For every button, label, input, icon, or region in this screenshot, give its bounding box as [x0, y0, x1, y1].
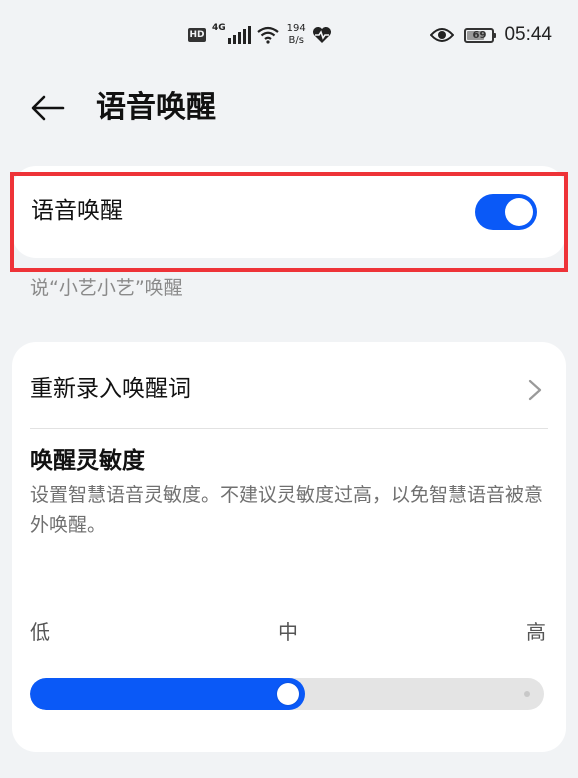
- battery-icon: 69: [464, 27, 497, 43]
- level-high-label: 高: [526, 620, 546, 644]
- status-bar: HD 4G 194 B/s 69 05:44: [0, 0, 578, 70]
- voice-wake-label: 语音唤醒: [31, 198, 123, 224]
- back-button[interactable]: [28, 90, 68, 126]
- voice-wake-hint: 说“小艺小艺”唤醒: [30, 277, 183, 299]
- voice-wake-toggle[interactable]: [475, 194, 537, 230]
- status-indicators: HD 4G 194 B/s: [188, 18, 332, 52]
- page-title: 语音唤醒: [96, 90, 216, 125]
- rerecord-wake-word-label: 重新录入唤醒词: [30, 376, 191, 402]
- level-mid-label: 中: [278, 620, 298, 644]
- speed-unit: B/s: [288, 35, 304, 46]
- chevron-right-icon: [528, 379, 542, 401]
- network-speed: 194 B/s: [287, 23, 306, 47]
- sensitivity-title: 唤醒灵敏度: [30, 448, 145, 474]
- wifi-icon: [256, 26, 279, 44]
- hd-badge: HD: [188, 28, 206, 42]
- eye-comfort-icon: [430, 28, 455, 42]
- back-arrow-icon: [31, 95, 65, 121]
- sensitivity-slider[interactable]: [30, 678, 544, 710]
- sensitivity-description: 设置智慧语音灵敏度。不建议灵敏度过高，以免智慧语音被意外唤醒。: [30, 484, 544, 536]
- status-right: 69 05:44: [430, 18, 552, 52]
- slider-fill: [30, 678, 305, 710]
- voice-wake-card: 语音唤醒: [12, 166, 566, 258]
- toggle-knob: [505, 198, 533, 226]
- divider: [30, 428, 548, 429]
- network-type: 4G: [212, 23, 226, 33]
- heart-rate-icon: [312, 27, 331, 43]
- speed-value: 194: [286, 23, 306, 34]
- wake-settings-card: 重新录入唤醒词 唤醒灵敏度 设置智慧语音灵敏度。不建议灵敏度过高，以免智慧语音被…: [12, 342, 566, 752]
- slider-thumb[interactable]: [277, 683, 299, 705]
- sensitivity-level-labels: 低 中 高: [30, 616, 546, 646]
- slider-end-dot: [524, 691, 530, 697]
- level-low-label: 低: [30, 620, 50, 644]
- page-header: 语音唤醒: [0, 70, 578, 146]
- clock: 05:44: [504, 24, 552, 45]
- signal-icon: [227, 26, 251, 44]
- rerecord-wake-word-row[interactable]: 重新录入唤醒词: [12, 342, 566, 428]
- battery-level: 69: [472, 29, 487, 41]
